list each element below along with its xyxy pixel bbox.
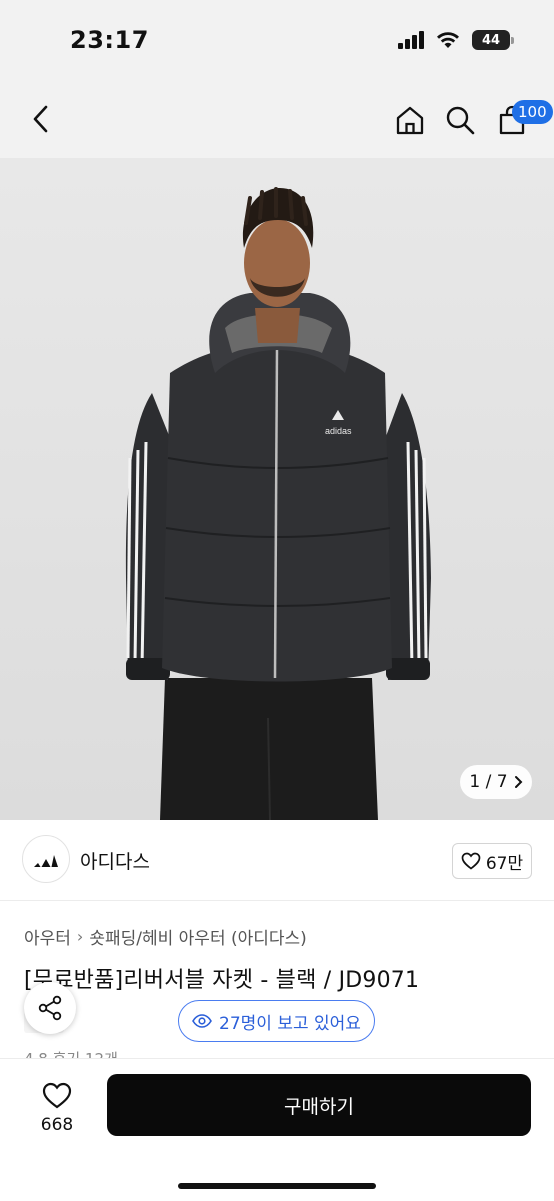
breadcrumb: 아우터 › 숏패딩/헤비 아우터 (아디다스) (24, 924, 307, 949)
eye-icon (192, 1014, 212, 1028)
wifi-icon (437, 32, 459, 48)
brand-like-button[interactable]: 67만 (452, 843, 532, 879)
rating-summary: 4.8 후기 12개 (24, 1048, 118, 1058)
home-button[interactable] (392, 102, 428, 138)
heart-icon (42, 1082, 72, 1108)
share-button[interactable] (24, 982, 76, 1034)
chevron-right-icon: › (76, 927, 84, 946)
brand-row: 아디다스 67만 (0, 820, 554, 901)
adidas-logo-icon (34, 855, 58, 867)
back-icon (33, 105, 48, 133)
cart-count-badge: 100 (512, 100, 553, 124)
cellular-signal-icon (398, 31, 424, 49)
wishlist-button[interactable]: 668 (22, 1075, 92, 1141)
breadcrumb-level2[interactable]: 숏패딩/헤비 아우터 (아디다스) (89, 924, 306, 949)
home-icon (396, 106, 424, 135)
battery-icon: 44 (472, 30, 514, 50)
viewers-count-pill: 27명이 보고 있어요 (178, 1000, 375, 1042)
buy-button[interactable]: 구매하기 (107, 1074, 531, 1136)
search-icon (446, 106, 475, 135)
image-page-indicator[interactable]: 1 / 7 (460, 765, 532, 799)
home-indicator[interactable] (178, 1183, 376, 1189)
product-photo-jacket: adidas (0, 158, 554, 820)
brand-name[interactable]: 아디다스 (80, 847, 150, 874)
heart-icon (461, 852, 481, 870)
wishlist-count: 668 (40, 1114, 74, 1135)
viewers-count-text: 27명이 보고 있어요 (219, 1013, 361, 1034)
status-icons: 44 (398, 30, 514, 50)
jacket-logo-text: adidas (325, 426, 352, 436)
back-button[interactable] (24, 102, 58, 136)
brand-like-count: 67만 (485, 853, 524, 874)
nav-bar (0, 80, 554, 158)
status-bar: 23:17 44 (0, 0, 554, 80)
search-button[interactable] (442, 102, 478, 138)
product-image[interactable]: adidas (0, 158, 554, 820)
battery-level: 44 (481, 32, 501, 48)
breadcrumb-level1[interactable]: 아우터 (24, 924, 71, 949)
brand-logo[interactable] (22, 835, 70, 883)
share-icon (38, 995, 62, 1021)
status-time: 23:17 (70, 26, 149, 54)
bottom-action-bar: 668 구매하기 (0, 1058, 554, 1201)
product-title: [무료반품]리버서블 자켓 - 블랙 / JD9071 (24, 968, 420, 993)
chevron-right-icon (514, 776, 522, 788)
image-page-text: 1 / 7 (469, 772, 508, 792)
